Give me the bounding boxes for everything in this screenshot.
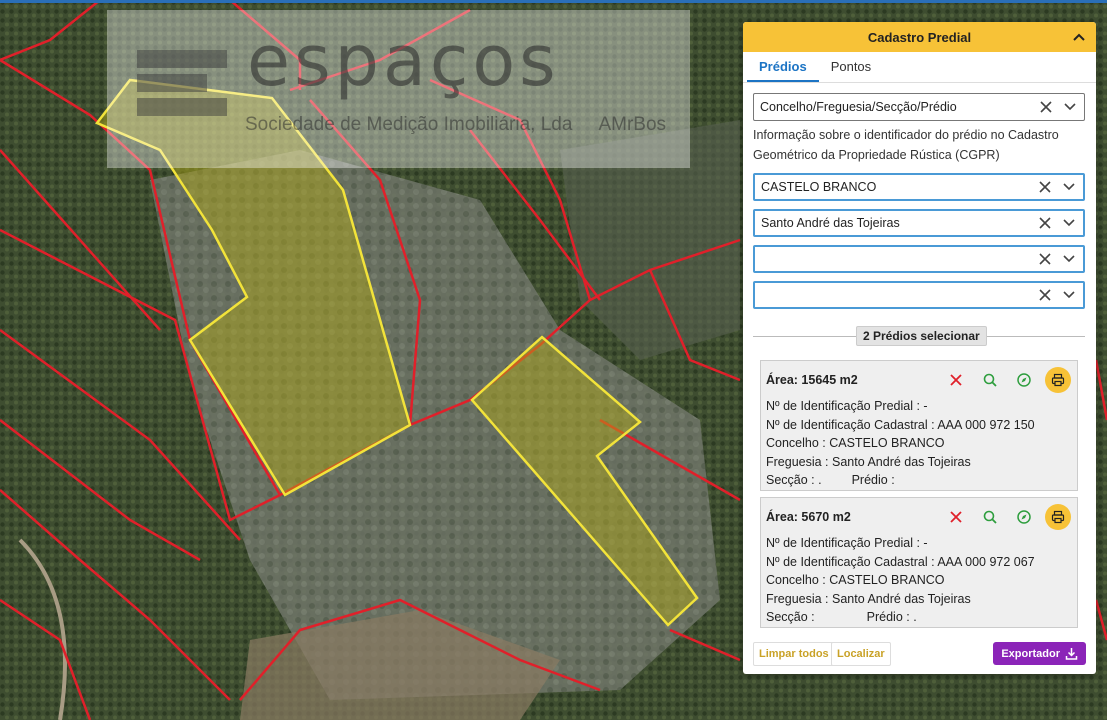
print-parcel-button[interactable] bbox=[1045, 367, 1071, 393]
clear-all-button[interactable]: Limpar todos bbox=[753, 642, 835, 666]
print-parcel-button[interactable] bbox=[1045, 504, 1071, 530]
concelho: Concelho : CASTELO BRANCO bbox=[766, 573, 945, 587]
chevron-down-icon[interactable] bbox=[1059, 177, 1079, 197]
parcel-details: Nº de Identificação Predial : - Nº de Id… bbox=[766, 534, 1035, 627]
navigate-parcel-button[interactable] bbox=[1011, 367, 1037, 393]
clear-icon[interactable] bbox=[1035, 249, 1055, 269]
collapse-button[interactable] bbox=[1070, 28, 1088, 46]
logo-word: espaços bbox=[247, 20, 560, 102]
logo-mark-icon bbox=[137, 50, 227, 116]
export-button[interactable]: Exportador bbox=[993, 642, 1086, 665]
predio-select[interactable] bbox=[753, 281, 1085, 309]
locate-button[interactable]: Localizar bbox=[831, 642, 891, 666]
search-mode-value: Concelho/Freguesia/Secção/Prédio bbox=[760, 100, 957, 114]
search-mode-select[interactable]: Concelho/Freguesia/Secção/Prédio bbox=[753, 93, 1085, 121]
concelho: Concelho : CASTELO BRANCO bbox=[766, 436, 945, 450]
zoom-parcel-button[interactable] bbox=[977, 504, 1003, 530]
panel-header: Cadastro Predial bbox=[743, 22, 1096, 52]
top-accent-bar bbox=[0, 0, 1107, 3]
id-cadastral: Nº de Identificação Cadastral : AAA 000 … bbox=[766, 554, 1035, 569]
cadastro-panel: Cadastro Predial Prédios Pontos Concelho… bbox=[743, 22, 1096, 674]
parcel-area: Área: 15645 m2 bbox=[766, 373, 858, 387]
watermark-logo: espaços Sociedade de Medição Imobiliária… bbox=[107, 10, 690, 168]
seccao-select[interactable] bbox=[753, 245, 1085, 273]
tab-bar: Prédios Pontos bbox=[743, 52, 1096, 83]
card-actions bbox=[943, 367, 1071, 393]
freguesia-select[interactable]: Santo André das Tojeiras bbox=[753, 209, 1085, 237]
chevron-down-icon[interactable] bbox=[1060, 97, 1080, 117]
concelho-select[interactable]: CASTELO BRANCO bbox=[753, 173, 1085, 201]
chevron-up-icon bbox=[1073, 33, 1085, 41]
id-predial: Nº de Identificação Predial : - bbox=[766, 536, 928, 550]
search-icon bbox=[983, 373, 997, 387]
chevron-down-icon[interactable] bbox=[1059, 285, 1079, 305]
panel-title: Cadastro Predial bbox=[867, 29, 972, 45]
tab-predios[interactable]: Prédios bbox=[747, 52, 819, 82]
tab-pontos[interactable]: Pontos bbox=[819, 52, 883, 82]
seccao-predio: Secção : . Prédio : bbox=[766, 473, 895, 487]
search-icon bbox=[983, 510, 997, 524]
id-predial: Nº de Identificação Predial : - bbox=[766, 399, 928, 413]
remove-parcel-button[interactable] bbox=[943, 367, 969, 393]
zoom-parcel-button[interactable] bbox=[977, 367, 1003, 393]
download-icon bbox=[1065, 648, 1078, 660]
parcel-area: Área: 5670 m2 bbox=[766, 510, 851, 524]
chevron-down-icon[interactable] bbox=[1059, 249, 1079, 269]
close-icon bbox=[950, 374, 962, 386]
remove-parcel-button[interactable] bbox=[943, 504, 969, 530]
parcel-card-2: Área: 5670 m2 Nº de Identificação Predia… bbox=[760, 497, 1078, 628]
panel-footer: Limpar todos Localizar Exportador bbox=[753, 642, 1086, 666]
card-actions bbox=[943, 504, 1071, 530]
navigate-parcel-button[interactable] bbox=[1011, 504, 1037, 530]
printer-icon bbox=[1051, 373, 1065, 387]
clear-icon[interactable] bbox=[1035, 285, 1055, 305]
concelho-value: CASTELO BRANCO bbox=[761, 180, 877, 194]
printer-icon bbox=[1051, 510, 1065, 524]
info-text: Informação sobre o identificador do préd… bbox=[753, 128, 1059, 162]
export-label: Exportador bbox=[1001, 647, 1060, 660]
freguesia: Freguesia : Santo André das Tojeiras bbox=[766, 454, 971, 469]
seccao-predio: Secção : Prédio : . bbox=[766, 610, 917, 624]
parcel-card-1: Área: 15645 m2 Nº de Identificação Predi… bbox=[760, 360, 1078, 491]
chevron-down-icon[interactable] bbox=[1059, 213, 1079, 233]
selection-count-badge: 2 Prédios selecionar bbox=[856, 326, 987, 346]
logo-subtitle: Sociedade de Medição Imobiliária, Lda AMr… bbox=[245, 114, 667, 135]
clear-icon[interactable] bbox=[1035, 177, 1055, 197]
parcel-details: Nº de Identificação Predial : - Nº de Id… bbox=[766, 397, 1035, 490]
compass-icon bbox=[1017, 510, 1031, 524]
clear-icon[interactable] bbox=[1036, 97, 1056, 117]
id-cadastral: Nº de Identificação Cadastral : AAA 000 … bbox=[766, 417, 1035, 432]
close-icon bbox=[950, 511, 962, 523]
freguesia: Freguesia : Santo André das Tojeiras bbox=[766, 591, 971, 606]
freguesia-value: Santo André das Tojeiras bbox=[761, 216, 900, 230]
clear-icon[interactable] bbox=[1035, 213, 1055, 233]
compass-icon bbox=[1017, 373, 1031, 387]
